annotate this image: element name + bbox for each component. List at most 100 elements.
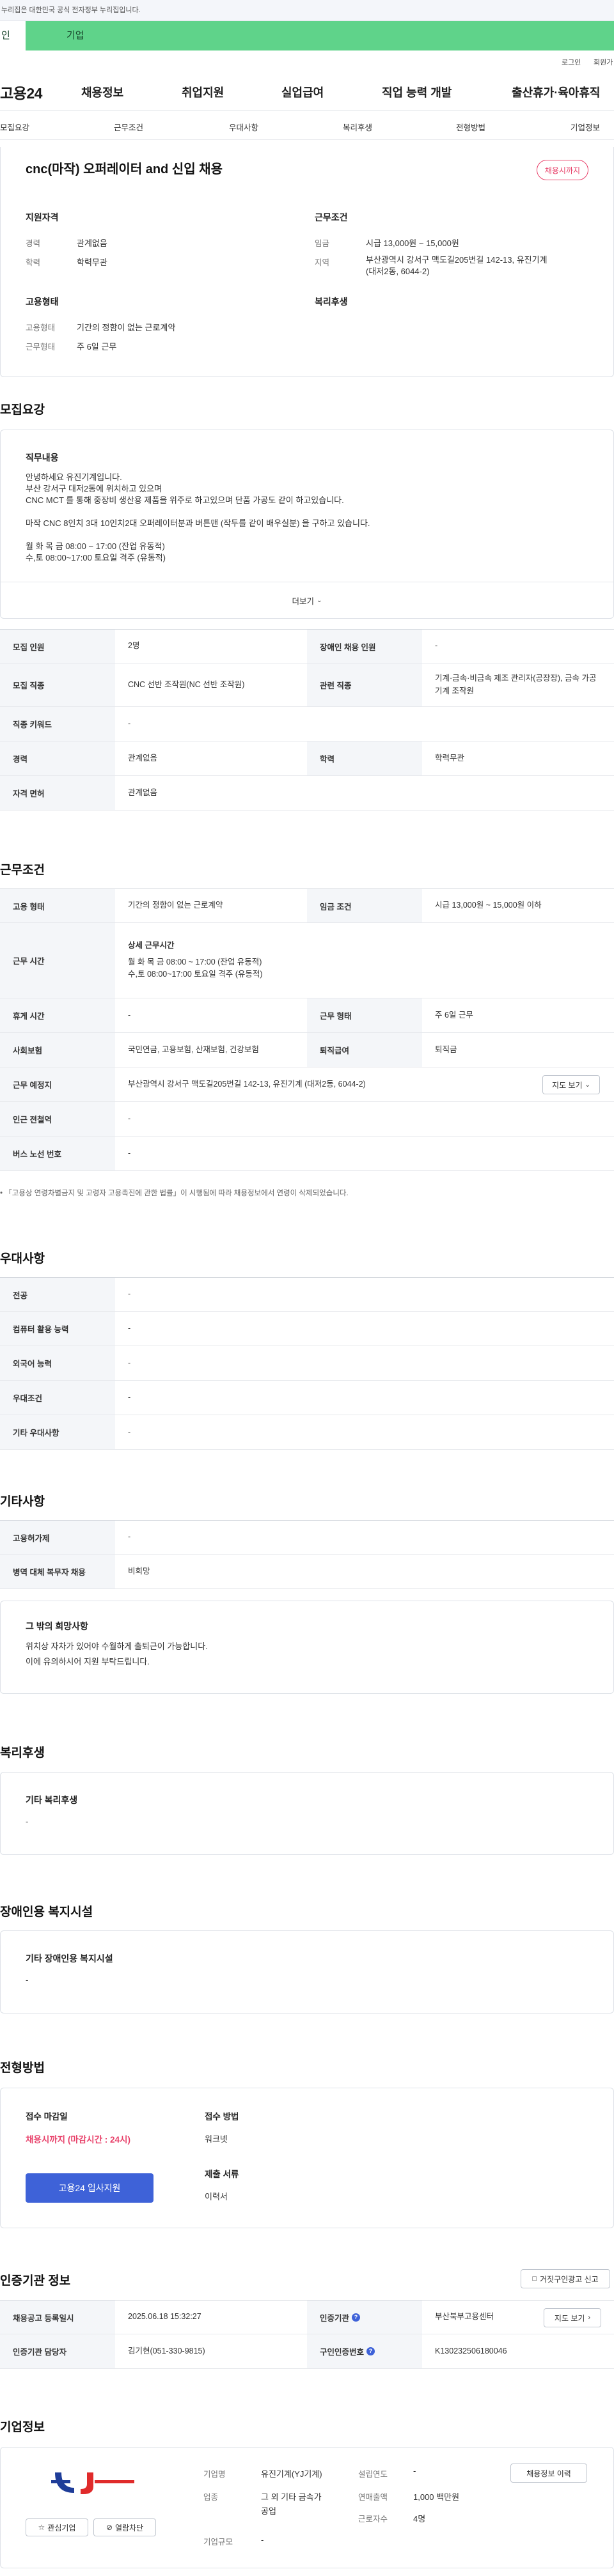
language-label: 외국어 능력 — [0, 1346, 115, 1380]
company-logo — [51, 2465, 134, 2501]
anchor-preference[interactable]: 우대사항 — [229, 121, 258, 133]
anchor-welfare[interactable]: 복리후생 — [343, 121, 372, 133]
table-row: 고용 형태 기간의 정함이 없는 근로계약 임금 조건 시급 13,000원 ~… — [0, 888, 614, 923]
table-row: 채용공고 등록일시 2025.06.18 15:32:27 인증기관? 부산북부… — [0, 2300, 614, 2334]
computer-label: 컴퓨터 활용 능력 — [0, 1312, 115, 1346]
industry-value: 그 외 기타 금속가 공업 — [261, 2492, 322, 2516]
reg-date-label: 채용공고 등록일시 — [0, 2301, 115, 2334]
gnb-item-benefit[interactable]: 실업급여 — [281, 84, 324, 100]
job-title: cnc(마작) 오퍼레이터 and 신입 채용 — [26, 162, 223, 176]
table-row: 자격 면허 관계없음 — [0, 776, 614, 811]
tab-company[interactable]: 기업 — [67, 21, 84, 50]
table-row: 기타 우대사항 - — [0, 1415, 614, 1450]
pref-cond-label: 우대조건 — [0, 1381, 115, 1415]
related-job-label: 관련 직종 — [307, 663, 422, 706]
form-value: 주 6일 근무 — [435, 1010, 473, 1020]
insurance-label: 사회보험 — [0, 1033, 115, 1067]
anchor-conditions[interactable]: 근무조건 — [114, 121, 143, 133]
disabled-section-title: 장애인용 복지시설 — [0, 1905, 93, 1919]
industry-label: 업종 — [203, 2493, 219, 2502]
qualification-title: 지원자격 — [26, 212, 59, 222]
deadline-badge: 채용시까지 — [536, 160, 588, 180]
language-value: - — [128, 1358, 131, 1367]
table-row: 인증기관 담당자 김기현(051-330-9815) 구인인증번호? K1302… — [0, 2334, 614, 2369]
location-value-line2: (대저2동, 6044-2) — [366, 267, 430, 276]
bus-value: - — [128, 1148, 131, 1158]
form-label: 근무 형태 — [307, 998, 422, 1032]
education-label: 학력 — [26, 258, 41, 267]
site-logo[interactable]: 고용24 — [0, 81, 42, 103]
anchor-selection[interactable]: 전형방법 — [456, 121, 485, 133]
workplace-label: 근무 예정지 — [0, 1067, 115, 1101]
education-value: 학력무관 — [77, 258, 107, 267]
work-time-value: 상세 근무시간 월 화 목 금 08:00 ~ 17:00 (잔업 유동적) 수… — [128, 941, 263, 979]
recruit-section-title: 모집요강 — [0, 403, 45, 417]
tab-person[interactable]: 인 — [0, 21, 26, 50]
manager-label: 인증기관 담당자 — [0, 2334, 115, 2368]
gnb-item-jobs[interactable]: 채용정보 — [81, 84, 123, 100]
rest-label: 휴게 시간 — [0, 998, 115, 1032]
employees-value: 4명 — [413, 2514, 426, 2524]
scale-value: - — [261, 2535, 264, 2545]
table-row: 전공 - — [0, 1277, 614, 1312]
more-button[interactable]: 더보기 ⌄ — [1, 582, 613, 618]
welfare-title: 기타 복리후생 — [26, 1795, 78, 1805]
table-row: 고용허가제 - — [0, 1520, 614, 1555]
employment-value: 기간의 정함이 없는 근로계약 — [77, 323, 176, 332]
etc-section-title: 기타사항 — [0, 1495, 45, 1509]
work-type-label: 근무형태 — [26, 343, 56, 352]
rest-value: - — [128, 1010, 131, 1020]
welfare-section-title: 복리후생 — [0, 1746, 45, 1760]
table-row: 버스 노선 번호 - — [0, 1137, 614, 1171]
help-icon[interactable]: ? — [366, 2347, 375, 2355]
sales-value: 1,000 백만원 — [413, 2492, 460, 2502]
military-value: 비희망 — [128, 1566, 150, 1576]
selection-section-title: 전형방법 — [0, 2061, 45, 2075]
anchor-company[interactable]: 기업정보 — [571, 121, 600, 133]
map-button[interactable]: 지도 보기 ⌄ — [542, 1075, 600, 1094]
apply-button[interactable]: 고용24 입사지원 — [26, 2173, 154, 2203]
workplace-value: 부산광역시 강서구 맥도길205번길 142-13, 유진기계 (대저2동, 6… — [128, 1079, 366, 1089]
deadline-value: 채용시까지 (마감시간 : 24시) — [26, 2135, 130, 2145]
military-label: 병역 대체 복무자 채용 — [0, 1555, 115, 1588]
disabled-box — [0, 1930, 614, 2013]
conditions-title: 근무조건 — [315, 212, 348, 222]
job-value: CNC 선반 조작원(NC 선반 조작원) — [128, 679, 245, 689]
license-value: 관계없음 — [128, 788, 158, 797]
location-label: 지역 — [315, 258, 330, 267]
scale-label: 기업규모 — [203, 2538, 233, 2547]
gnb-item-training[interactable]: 직업 능력 개발 — [382, 84, 452, 100]
login-link[interactable]: 로그인 — [562, 57, 581, 67]
history-button[interactable]: 채용정보 이력 — [510, 2463, 587, 2483]
join-link[interactable]: 회원가 — [594, 57, 613, 67]
report-button[interactable]: □ 거짓구인광고 신고 — [521, 2269, 610, 2288]
agency-map-button[interactable]: 지도 보기 › — [544, 2308, 601, 2327]
agency-label: 인증기관? — [307, 2301, 422, 2334]
favorite-company-button[interactable]: ☆ 관심기업 — [26, 2518, 88, 2536]
gnb-item-support[interactable]: 취업지원 — [182, 84, 224, 100]
keyword-label: 직종 키워드 — [0, 707, 115, 741]
pref-cond-value: - — [128, 1392, 131, 1402]
computer-value: - — [128, 1323, 131, 1333]
location-value-line1: 부산광역시 강서구 맥도길205번길 142-13, 유진기계 — [366, 255, 547, 265]
job-label: 모집 직종 — [0, 663, 115, 706]
work-time-label: 근무 시간 — [0, 923, 115, 998]
utility-links: 로그인 회원가 — [0, 50, 614, 70]
cert-no-label: 구인인증번호? — [307, 2334, 422, 2368]
wish-content: 위치상 자차가 있어야 수월하게 출퇴근이 가능합니다. 이에 유의하시어 지원… — [26, 1641, 208, 1666]
manager-value: 김기현(051-330-9815) — [128, 2346, 205, 2355]
agency-value: 부산북부고용센터 — [435, 2312, 494, 2322]
help-icon[interactable]: ? — [352, 2313, 361, 2322]
duty-title: 직무내용 — [26, 453, 59, 463]
block-company-button[interactable]: ⊘ 열람차단 — [93, 2518, 156, 2536]
table-row: 근무 예정지 부산광역시 강서구 맥도길205번길 142-13, 유진기계 (… — [0, 1067, 614, 1102]
bus-label: 버스 노선 번호 — [0, 1137, 115, 1170]
gnb-item-leave[interactable]: 출산휴가·육아휴직 — [512, 84, 600, 100]
disabled-count-value: - — [435, 641, 438, 651]
table-row: 우대조건 - — [0, 1381, 614, 1415]
table-row: 모집 직종 CNC 선반 조작원(NC 선반 조작원) 관련 직종 기계·금속·… — [0, 663, 614, 707]
permit-value: - — [128, 1532, 131, 1542]
anchor-recruit[interactable]: 모집요강 — [0, 121, 29, 133]
count-label: 모집 인원 — [0, 630, 115, 663]
table-row: 컴퓨터 활용 능력 - — [0, 1312, 614, 1346]
